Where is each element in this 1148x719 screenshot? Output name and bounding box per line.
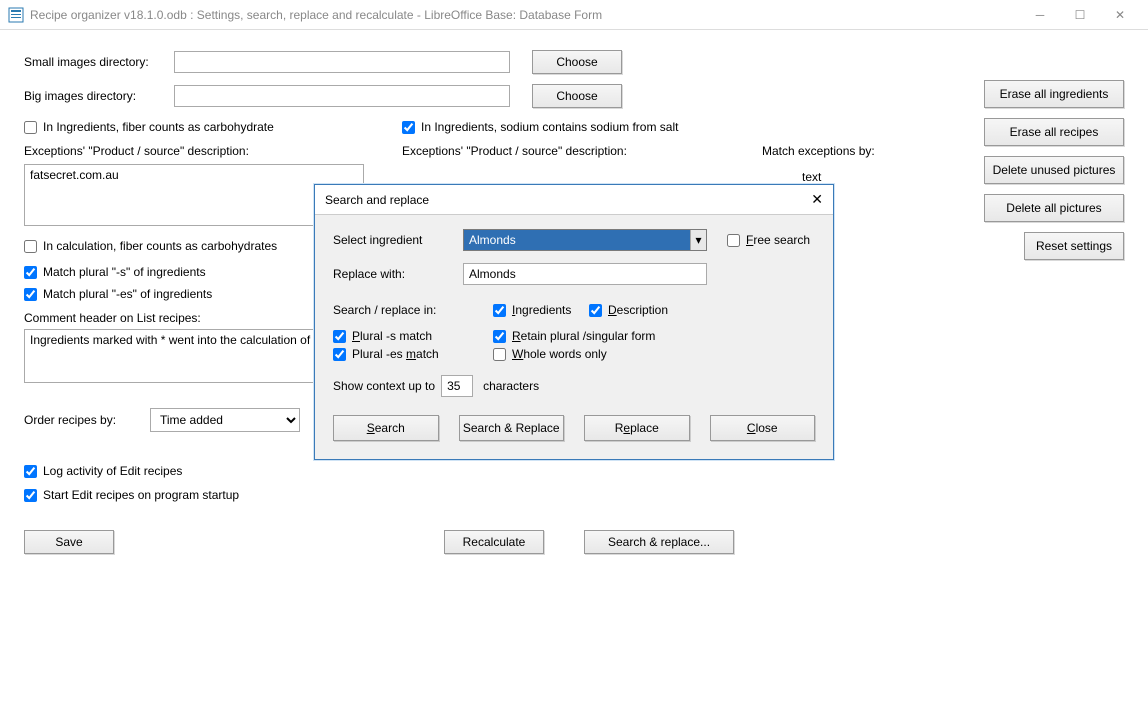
search-and-replace-button[interactable]: Search & Replace	[459, 415, 565, 441]
plural-es-match-checkbox[interactable]: Plural -es match	[333, 347, 493, 361]
search-button[interactable]: Search	[333, 415, 439, 441]
dialog-close-icon[interactable]: ✕	[811, 191, 823, 208]
reset-settings-button[interactable]: Reset settings	[1024, 232, 1124, 260]
small-images-input[interactable]	[174, 51, 510, 73]
plural-s-match-checkbox[interactable]: Plural -s match	[333, 329, 493, 343]
order-by-label: Order recipes by:	[24, 413, 150, 427]
plural-s-checkbox[interactable]: Match plural "-s" of ingredients	[24, 265, 206, 279]
order-by-select[interactable]: Time added	[150, 408, 300, 432]
sodium-ing-checkbox[interactable]: In Ingredients, sodium contains sodium f…	[402, 120, 678, 134]
plural-s-box[interactable]	[24, 266, 37, 279]
ingredients-checkbox[interactable]: Ingredients	[493, 303, 589, 317]
window-title: Recipe organizer v18.1.0.odb : Settings,…	[30, 8, 602, 22]
retain-plural-checkbox[interactable]: Retain plural /singular form	[493, 329, 655, 343]
start-edit-checkbox[interactable]: Start Edit recipes on program startup	[24, 488, 239, 502]
replace-button[interactable]: Replace	[584, 415, 690, 441]
search-in-label: Search / replace in:	[333, 303, 463, 317]
free-search-checkbox[interactable]: Free search	[727, 233, 810, 247]
exc-left-label: Exceptions' "Product / source" descripti…	[24, 144, 402, 158]
dialog-title: Search and replace	[325, 193, 429, 207]
search-replace-dialog: Search and replace ✕ Select ingredient ▾…	[314, 184, 834, 460]
close-button[interactable]: ✕	[1100, 0, 1140, 30]
chevron-down-icon[interactable]: ▾	[690, 230, 706, 250]
replace-with-input[interactable]	[463, 263, 707, 285]
big-images-label: Big images directory:	[24, 89, 174, 103]
plural-es-box[interactable]	[24, 288, 37, 301]
sodium-ing-box[interactable]	[402, 121, 415, 134]
fiber-ing-box[interactable]	[24, 121, 37, 134]
titlebar: Recipe organizer v18.1.0.odb : Settings,…	[0, 0, 1148, 30]
context-suffix: characters	[483, 379, 539, 393]
plural-es-checkbox[interactable]: Match plural "-es" of ingredients	[24, 287, 212, 301]
maximize-button[interactable]: ☐	[1060, 0, 1100, 30]
search-replace-open-button[interactable]: Search & replace...	[584, 530, 734, 554]
fiber-calc-box[interactable]	[24, 240, 37, 253]
close-button-dialog[interactable]: Close	[710, 415, 816, 441]
log-activity-checkbox[interactable]: Log activity of Edit recipes	[24, 464, 182, 478]
description-checkbox[interactable]: Description	[589, 303, 668, 317]
select-ingredient-label: Select ingredient	[333, 233, 463, 247]
replace-with-label: Replace with:	[333, 267, 463, 281]
recalculate-button[interactable]: Recalculate	[444, 530, 544, 554]
fiber-ing-checkbox[interactable]: In Ingredients, fiber counts as carbohyd…	[24, 120, 402, 134]
opt-text1: text	[762, 170, 875, 184]
exc-right-label: Exceptions' "Product / source" descripti…	[402, 144, 762, 158]
context-label: Show context up to	[333, 379, 435, 393]
whole-words-checkbox[interactable]: Whole words only	[493, 347, 607, 361]
small-images-label: Small images directory:	[24, 55, 174, 69]
exc-left-textarea[interactable]: fatsecret.com.au	[24, 164, 364, 226]
erase-ingredients-button[interactable]: Erase all ingredients	[984, 80, 1124, 108]
ingredient-combo-input[interactable]	[463, 229, 707, 251]
app-icon	[8, 7, 24, 23]
delete-all-pictures-button[interactable]: Delete all pictures	[984, 194, 1124, 222]
fiber-calc-checkbox[interactable]: In calculation, fiber counts as carbohyd…	[24, 239, 277, 253]
save-button[interactable]: Save	[24, 530, 114, 554]
context-input[interactable]	[441, 375, 473, 397]
choose-big-button[interactable]: Choose	[532, 84, 622, 108]
delete-unused-pictures-button[interactable]: Delete unused pictures	[984, 156, 1124, 184]
choose-small-button[interactable]: Choose	[532, 50, 622, 74]
ingredient-combo[interactable]: ▾	[463, 229, 707, 251]
erase-recipes-button[interactable]: Erase all recipes	[984, 118, 1124, 146]
match-exc-label: Match exceptions by:	[762, 144, 875, 158]
big-images-input[interactable]	[174, 85, 510, 107]
minimize-button[interactable]: ─	[1020, 0, 1060, 30]
